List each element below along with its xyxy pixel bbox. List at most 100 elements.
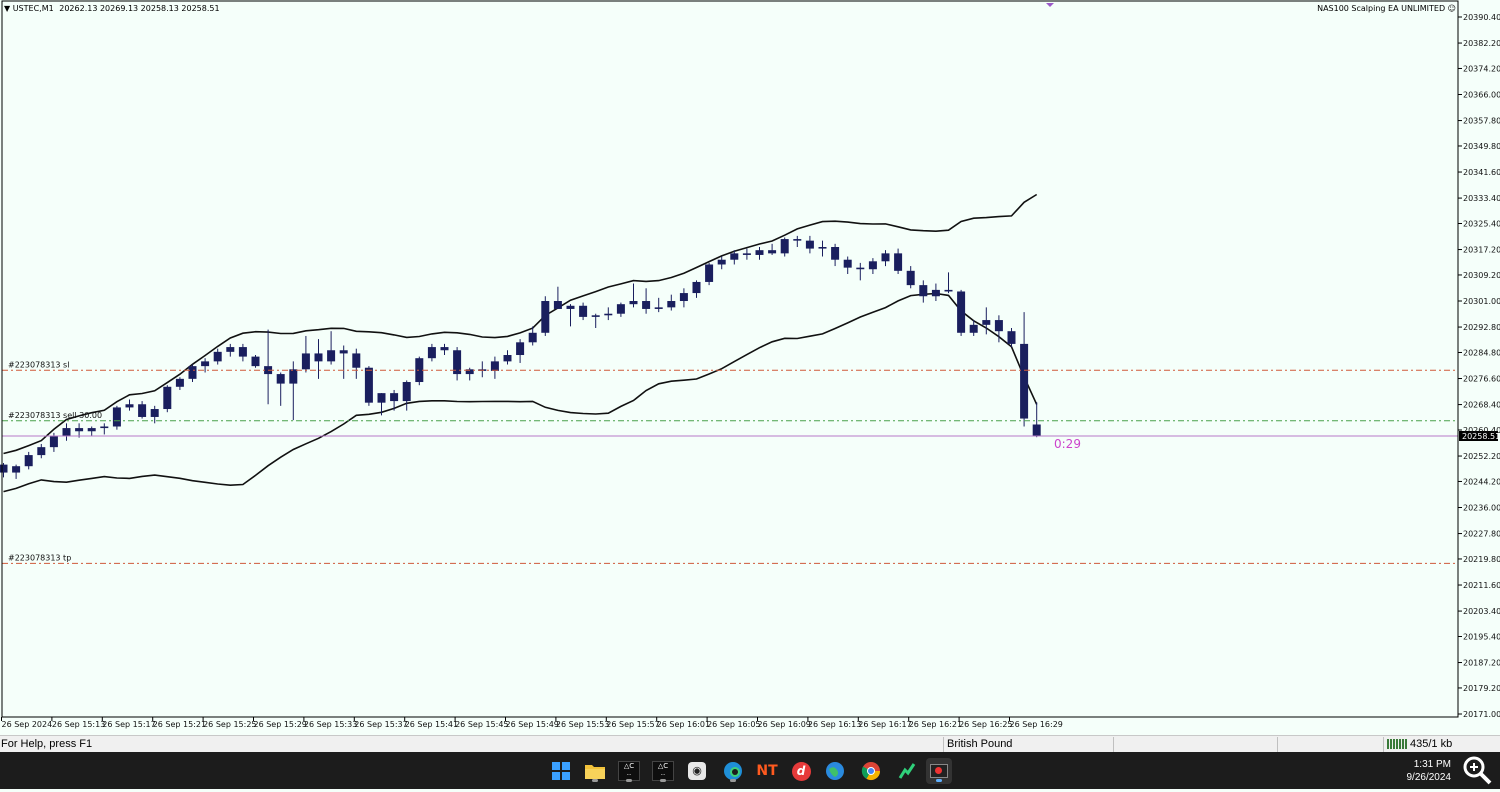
- x-tick-label: 26 Sep 15:57: [606, 720, 659, 729]
- candle-body: [592, 315, 600, 317]
- candle-body: [856, 268, 864, 270]
- candle-body: [75, 428, 83, 431]
- magnifier-icon[interactable]: [1460, 753, 1494, 787]
- candle-body: [743, 253, 751, 255]
- candle-body: [604, 314, 612, 316]
- windows-start-icon[interactable]: [548, 758, 574, 784]
- status-divider: [1113, 737, 1114, 752]
- x-tick-label: 26 Sep 15:25: [203, 720, 256, 729]
- y-tick-label: 20390.40: [1463, 13, 1500, 22]
- candle-body: [793, 239, 801, 241]
- period-marker-icon: [1046, 3, 1054, 7]
- candlesticks: [0, 236, 1041, 479]
- candle-body: [352, 353, 360, 367]
- connection-bars-icon[interactable]: [1387, 739, 1407, 749]
- candle-body: [163, 387, 171, 409]
- screen-recorder-icon[interactable]: [926, 758, 952, 784]
- chart-title-bar: ▼ USTEC,M1 20262.13 20269.13 20258.13 20…: [4, 4, 220, 13]
- candle-body: [390, 393, 398, 401]
- price-chart[interactable]: #223078313 sl#223078313 sell 30.00#22307…: [0, 0, 1500, 735]
- y-tick-label: 20374.20: [1463, 64, 1500, 73]
- running-indicator: [626, 779, 632, 782]
- file-explorer-icon[interactable]: [582, 758, 608, 784]
- chart-symbol-label: USTEC,M1: [13, 4, 54, 13]
- expert-advisor-name: NAS100 Scalping EA UNLIMITED: [1317, 4, 1445, 13]
- candle-body: [705, 264, 713, 281]
- candle-body: [428, 347, 436, 358]
- candle-body: [100, 426, 108, 428]
- chrome-browser-icon[interactable]: [858, 758, 884, 784]
- candle-body: [945, 290, 953, 292]
- red-d-app-icon[interactable]: d: [788, 758, 814, 784]
- y-tick-label: 20349.80: [1463, 142, 1500, 151]
- y-tick-label: 20366.00: [1463, 91, 1500, 100]
- candle-body: [315, 353, 323, 361]
- y-tick-label: 20211.60: [1463, 581, 1500, 590]
- x-tick-label: 26 Sep 15:53: [556, 720, 609, 729]
- chart-window[interactable]: #223078313 sl#223078313 sell 30.00#22307…: [0, 0, 1500, 735]
- candle-body: [252, 357, 260, 367]
- y-tick-label: 20236.00: [1463, 504, 1500, 513]
- y-tick-label: 20219.80: [1463, 555, 1500, 564]
- candle-body: [138, 404, 146, 417]
- candle-body: [554, 301, 562, 309]
- candle-body: [88, 428, 96, 431]
- x-tick-label: 26 Sep 15:29: [254, 720, 307, 729]
- green-chart-app-icon[interactable]: [894, 758, 920, 784]
- candle-body: [1008, 331, 1016, 344]
- candle-body: [239, 347, 247, 357]
- candle-body: [831, 247, 839, 260]
- amc-markets-terminal-icon[interactable]: △C··: [616, 758, 642, 784]
- y-tick-label: 20292.80: [1463, 323, 1500, 332]
- y-tick-label: 20276.60: [1463, 375, 1500, 384]
- candle-body: [214, 352, 222, 362]
- status-divider: [943, 737, 944, 752]
- candle-body: [693, 282, 701, 293]
- x-tick-label: 26 Sep 16:05: [707, 720, 760, 729]
- candle-body: [126, 404, 134, 407]
- x-tick-label: 26 Sep 15:49: [506, 720, 559, 729]
- candle-body: [630, 301, 638, 304]
- app-fox-icon[interactable]: ◉: [684, 758, 710, 784]
- globe-browser-icon[interactable]: [822, 758, 848, 784]
- y-tick-label: 20187.20: [1463, 659, 1500, 668]
- candle-body: [529, 333, 537, 343]
- candle-body: [919, 285, 927, 296]
- candle-body: [730, 253, 738, 259]
- sl-order-label: #223078313 sl: [8, 360, 69, 369]
- candle-body: [907, 271, 915, 285]
- chart-menu-arrow-icon[interactable]: ▼: [4, 4, 10, 13]
- status-profile-text[interactable]: British Pound: [947, 738, 1012, 750]
- edge-browser-icon[interactable]: [720, 758, 746, 784]
- y-tick-label: 20195.40: [1463, 632, 1500, 641]
- candle-body: [680, 293, 688, 301]
- x-tick-label: 26 Sep 15:41: [405, 720, 458, 729]
- y-tick-label: 20203.40: [1463, 607, 1500, 616]
- candle-body: [970, 325, 978, 333]
- amc-markets-terminal-2-icon[interactable]: △C··: [650, 758, 676, 784]
- candle-body: [869, 261, 877, 269]
- y-tick-label: 20268.40: [1463, 401, 1500, 410]
- system-clock[interactable]: 1:31 PM 9/26/2024: [1407, 758, 1452, 784]
- y-tick-label: 20301.00: [1463, 297, 1500, 306]
- candle-body: [806, 241, 814, 249]
- candle-body: [982, 320, 990, 325]
- y-tick-label: 20309.20: [1463, 271, 1500, 280]
- candle-body: [642, 301, 650, 309]
- candle-body: [579, 306, 587, 317]
- candle-body: [844, 260, 852, 268]
- running-indicator: [730, 779, 736, 782]
- y-tick-label: 20244.20: [1463, 477, 1500, 486]
- candle-body: [189, 366, 197, 379]
- x-tick-label: 26 Sep 15:13: [52, 720, 105, 729]
- axes: 20390.4020382.2020374.2020366.0020357.80…: [2, 1, 1500, 729]
- ninjatrader-icon[interactable]: NT: [754, 758, 780, 784]
- candle-body: [541, 301, 549, 333]
- bar-countdown: 0:29: [1054, 437, 1081, 451]
- clock-date: 9/26/2024: [1407, 771, 1452, 784]
- y-tick-label: 20179.20: [1463, 684, 1500, 693]
- expert-advisor-label[interactable]: NAS100 Scalping EA UNLIMITED ☺: [1317, 4, 1456, 13]
- candle-body: [756, 250, 764, 255]
- y-tick-label: 20227.80: [1463, 530, 1500, 539]
- y-tick-label: 20333.40: [1463, 194, 1500, 203]
